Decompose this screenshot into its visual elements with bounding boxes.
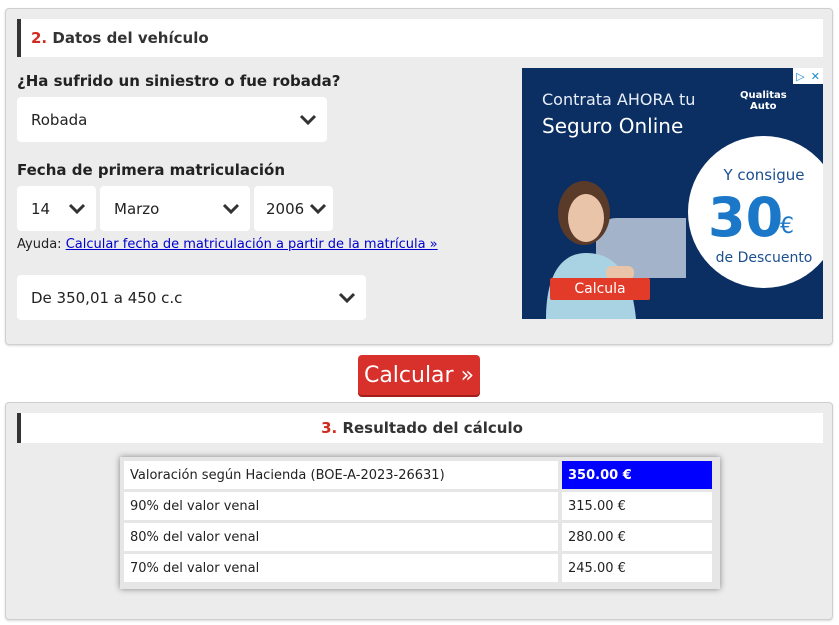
year-select[interactable]: 2006 [254,186,333,231]
adchoices-icon[interactable]: ▷ ✕ [793,68,823,84]
result-value-highlighted: 350.00 € [562,461,712,489]
chevron-down-icon [299,114,317,125]
day-value: 14 [31,199,51,218]
year-value: 2006 [266,199,305,218]
ad-headline-2: Seguro Online [542,114,684,138]
cilindrada-select[interactable]: De 350,01 a 450 c.c [17,275,366,320]
ad-headline-1: Contrata AHORA tu [542,90,696,109]
matriculacion-label: Fecha de primera matriculación [17,161,285,179]
section-title: Datos del vehículo [52,29,209,47]
section-header-result: 3. Resultado del cálculo [17,413,823,443]
section-number: 2. [31,29,48,47]
table-row: Valoración según Hacienda (BOE-A-2023-26… [124,461,716,489]
table-row: 70% del valor venal 245.00 € [124,554,716,582]
chevron-down-icon [68,203,86,214]
result-label: 70% del valor venal [124,554,558,582]
section-title: Resultado del cálculo [342,419,523,437]
day-select[interactable]: 14 [17,186,96,231]
result-label: 80% del valor venal [124,523,558,551]
ad-promo-bottom: de Descuento [715,250,813,266]
section-number: 3. [321,419,338,437]
ad-promo-top: Y consigue [723,166,805,184]
siniestro-select[interactable]: Robada [17,97,327,142]
result-value: 280.00 € [562,523,712,551]
result-value: 245.00 € [562,554,712,582]
result-label: Valoración según Hacienda (BOE-A-2023-26… [124,461,558,489]
ad-brand-logo: Qualitas Auto [740,90,787,112]
help-link[interactable]: Calcular fecha de matriculación a partir… [66,237,438,252]
result-table: Valoración según Hacienda (BOE-A-2023-26… [120,457,720,589]
siniestro-value: Robada [31,110,88,129]
ad-promo-number: 30 [708,186,784,249]
chevron-down-icon [309,203,327,214]
result-value: 315.00 € [562,492,712,520]
table-row: 80% del valor venal 280.00 € [124,523,716,551]
result-panel: 3. Resultado del cálculo Valoración segú… [5,402,833,620]
ad-cta-button[interactable]: Calcula [550,278,650,300]
ad-brand-line1: Qualitas [740,90,787,101]
chevron-down-icon [222,203,240,214]
siniestro-question: ¿Ha sufrido un siniestro o fue robada? [17,72,341,90]
vehicle-data-panel: 2. Datos del vehículo ¿Ha sufrido un sin… [5,8,833,345]
ad-discount-circle: Y consigue 30 € de Descuento [688,136,823,288]
result-label: 90% del valor venal [124,492,558,520]
help-text: Ayuda: Calcular fecha de matriculación a… [17,237,438,252]
ad-banner[interactable]: ▷ ✕ Contrata AHORA tu Seguro Online Quali… [522,68,823,319]
cilindrada-value: De 350,01 a 450 c.c [31,288,183,307]
month-value: Marzo [114,199,160,218]
ad-brand-line2: Auto [750,101,777,112]
section-header-vehicle: 2. Datos del vehículo [17,19,823,57]
month-select[interactable]: Marzo [100,186,250,231]
table-row: 90% del valor venal 315.00 € [124,492,716,520]
calculate-button[interactable]: Calcular » [358,355,480,395]
ad-promo-currency: € [780,214,794,239]
help-prefix: Ayuda: [17,237,62,252]
chevron-down-icon [338,292,356,303]
